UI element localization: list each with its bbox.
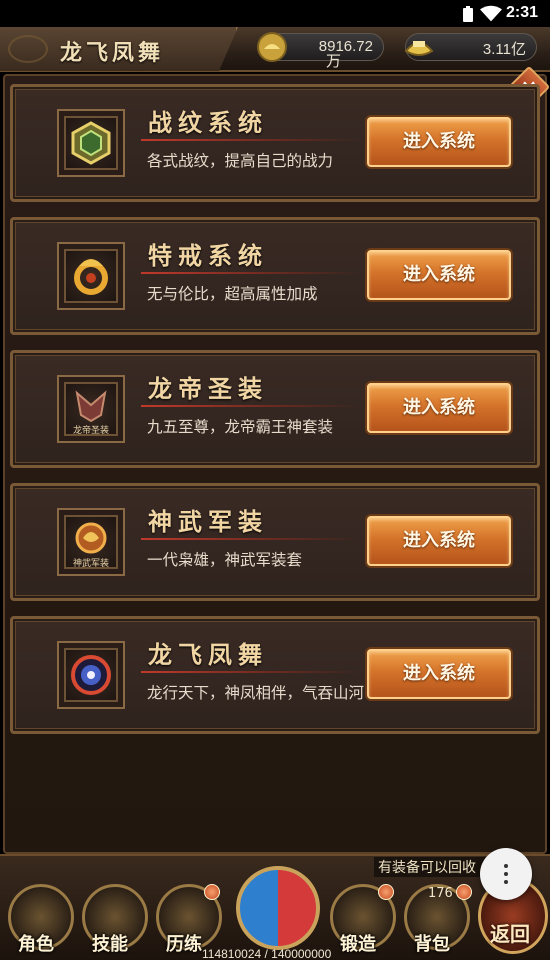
yin-yang-orb-icon[interactable] bbox=[236, 866, 320, 950]
system-title: 龙帝圣装 bbox=[148, 374, 268, 403]
system-card-phoenix: 龙飞凤舞 龙行天下，神凤相伴，气吞山河 进入系统 bbox=[10, 616, 540, 734]
status-bar: 2:31 bbox=[0, 0, 550, 27]
enter-system-button[interactable]: 进入系统 bbox=[367, 649, 511, 699]
system-title: 龙飞凤舞 bbox=[148, 640, 268, 669]
divine-armor-icon: 神武军装 bbox=[73, 522, 109, 569]
exp-readout: 114810024 / 140000000 bbox=[202, 947, 332, 960]
system-description: 龙行天下，神凤相伴，气吞山河 bbox=[147, 684, 365, 702]
silver-ingot-icon bbox=[404, 41, 434, 56]
enter-system-button[interactable]: 进入系统 bbox=[367, 516, 511, 566]
wifi-icon bbox=[480, 5, 502, 22]
silver-resource: 3.11亿 bbox=[404, 33, 537, 61]
enter-system-button[interactable]: 进入系统 bbox=[367, 117, 511, 167]
nav-label-character[interactable]: 角色 bbox=[18, 930, 54, 956]
nav-label-training[interactable]: 历练 bbox=[166, 930, 202, 956]
gold-resource: 8916.72 bbox=[257, 32, 384, 62]
golden-dragon-ring-icon bbox=[74, 259, 108, 295]
battery-icon bbox=[463, 6, 473, 22]
more-vert-dot bbox=[504, 872, 508, 876]
nav-label-skills[interactable]: 技能 bbox=[92, 930, 128, 956]
more-options-button[interactable] bbox=[480, 848, 532, 900]
system-description: 无与伦比，超高属性加成 bbox=[147, 285, 318, 303]
title-underline bbox=[141, 671, 361, 673]
system-icon-frame: 龙帝圣装 bbox=[49, 367, 133, 451]
game-header: 龙飞凤舞 8916.72 3.11亿 bbox=[0, 27, 550, 72]
system-card-dragon-emperor: 龙帝圣装 龙帝圣装 九五至尊，龙帝霸王神套装 进入系统 bbox=[10, 350, 540, 468]
phoenix-orb-icon bbox=[71, 655, 111, 695]
return-label[interactable]: 返回 bbox=[490, 918, 530, 947]
system-title: 神武军装 bbox=[148, 507, 268, 536]
recycle-notice[interactable]: 有装备可以回收 bbox=[374, 857, 494, 877]
notification-dot bbox=[378, 884, 394, 900]
title-underline bbox=[141, 538, 361, 540]
enter-system-button[interactable]: 进入系统 bbox=[367, 383, 511, 433]
more-vert-icon bbox=[504, 864, 508, 868]
system-icon-frame bbox=[49, 633, 133, 717]
system-title: 战纹系统 bbox=[148, 108, 268, 137]
bag-count: 176 bbox=[428, 886, 453, 901]
rune-shield-icon bbox=[71, 121, 111, 165]
clock: 2:31 bbox=[505, 4, 538, 21]
more-vert-dot bbox=[504, 880, 508, 884]
dragon-ornament-icon bbox=[8, 35, 48, 63]
silver-value: 3.11亿 bbox=[482, 41, 526, 58]
system-icon-frame: 神武军装 bbox=[49, 500, 133, 584]
system-card-rune: 战纹系统 各式战纹，提高自己的战力 进入系统 bbox=[10, 84, 540, 202]
system-description: 一代枭雄，神武军装套 bbox=[147, 551, 303, 569]
title-underline bbox=[141, 272, 361, 274]
system-title: 特戒系统 bbox=[148, 241, 268, 270]
system-description: 九五至尊，龙帝霸王神套装 bbox=[147, 418, 334, 436]
icon-caption: 神武军装 bbox=[73, 557, 109, 569]
nav-label-forge[interactable]: 锻造 bbox=[340, 930, 376, 956]
notification-dot bbox=[456, 884, 472, 900]
gold-unit: 万 bbox=[326, 52, 342, 70]
enter-system-button[interactable]: 进入系统 bbox=[367, 250, 511, 300]
dragon-emperor-armor-icon: 龙帝圣装 bbox=[73, 390, 109, 436]
gold-ingot-icon bbox=[257, 32, 287, 62]
title-underline bbox=[141, 405, 361, 407]
system-description: 各式战纹，提高自己的战力 bbox=[147, 152, 334, 170]
nav-label-bag[interactable]: 背包 bbox=[414, 930, 450, 956]
icon-caption: 龙帝圣装 bbox=[73, 424, 109, 436]
system-card-divine-armor: 神武军装 神武军装 一代枭雄，神武军装套 进入系统 bbox=[10, 483, 540, 601]
notification-dot bbox=[204, 884, 220, 900]
system-icon-frame bbox=[49, 234, 133, 318]
system-card-ring: 特戒系统 无与伦比，超高属性加成 进入系统 bbox=[10, 217, 540, 335]
system-icon-frame bbox=[49, 101, 133, 185]
page-title: 龙飞凤舞 bbox=[60, 40, 165, 66]
title-underline bbox=[141, 139, 361, 141]
